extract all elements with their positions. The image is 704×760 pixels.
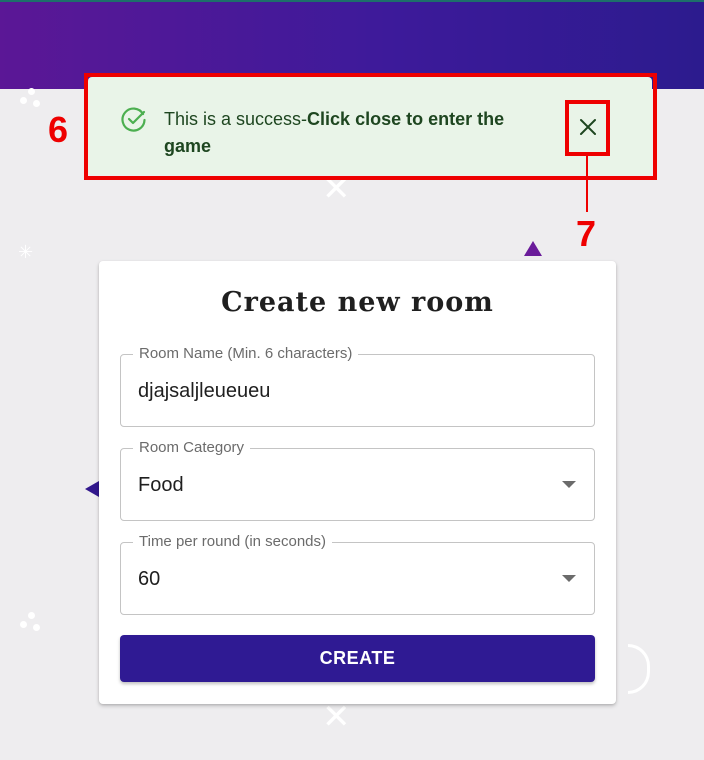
room-name-input[interactable]: djajsaljleueueu	[138, 378, 270, 404]
dropdown-arrow-icon	[562, 481, 576, 488]
time-per-round-select[interactable]: Time per round (in seconds) 60	[120, 533, 595, 615]
sparkle-decoration: ✳	[18, 242, 34, 263]
room-category-value: Food	[138, 474, 184, 496]
annotation-box-close	[565, 100, 610, 156]
room-name-field[interactable]: Room Name (Min. 6 characters) djajsaljle…	[120, 345, 595, 427]
triangle-decoration	[524, 241, 542, 256]
dots-decoration	[20, 88, 42, 110]
room-category-select[interactable]: Room Category Food	[120, 439, 595, 521]
room-name-label: Room Name (Min. 6 characters)	[133, 345, 359, 363]
annotation-number: 7	[576, 213, 597, 254]
create-button[interactable]: CREATE	[120, 635, 595, 682]
time-per-round-label: Time per round (in seconds)	[133, 533, 333, 551]
room-category-label: Room Category	[133, 439, 251, 457]
annotation-number: 6	[48, 109, 69, 150]
time-per-round-value: 60	[138, 568, 161, 590]
create-room-card: Create new room Room Name (Min. 6 charac…	[99, 261, 616, 704]
x-decoration: ✕	[322, 697, 351, 737]
triangle-decoration	[85, 481, 99, 497]
annotation-connector	[586, 156, 588, 212]
crescent-decoration	[628, 644, 650, 694]
dots-decoration	[20, 612, 42, 634]
card-title: Create new room	[221, 287, 494, 318]
dropdown-arrow-icon	[562, 575, 576, 582]
